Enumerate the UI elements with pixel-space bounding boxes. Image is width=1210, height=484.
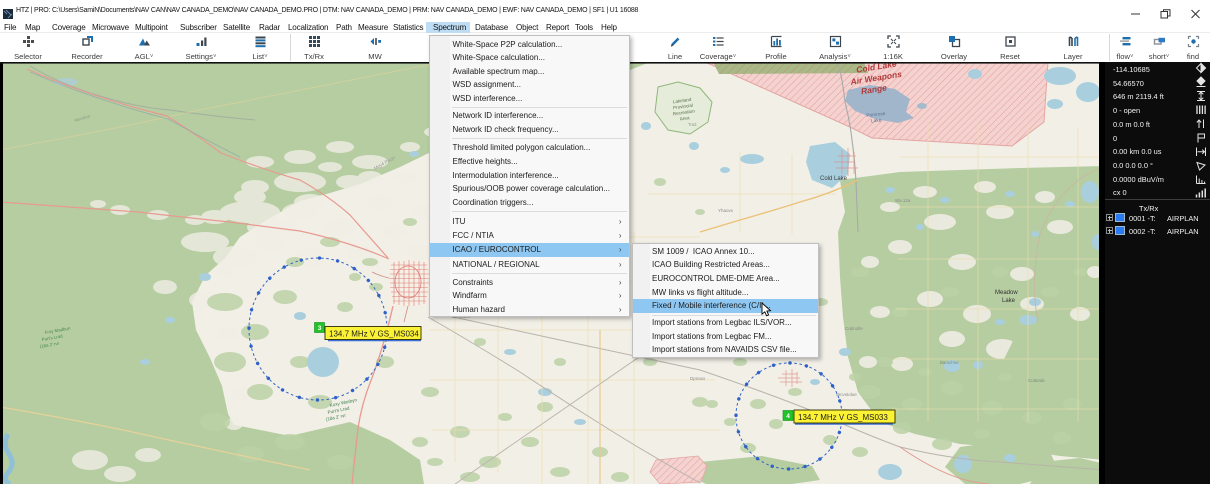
svg-text:134.7 MHz V GS_MS033: 134.7 MHz V GS_MS033 (798, 413, 888, 422)
svg-text:Wa.12a: Wa.12a (895, 198, 911, 203)
svg-text:Cabnolle: Cabnolle (845, 326, 863, 331)
svg-text:Barschne: Barschne (940, 360, 959, 365)
svg-text:Lake: Lake (1002, 298, 1016, 304)
svg-text:3: 3 (318, 325, 322, 332)
svg-text:Cold Lake: Cold Lake (820, 176, 848, 182)
svg-text:Yhaovx: Yhaovx (718, 208, 734, 213)
svg-text:Dpnaxx: Dpnaxx (690, 376, 706, 381)
svg-text:Tra3: Tra3 (688, 122, 697, 127)
svg-text:134.7 MHz V GS_MS034: 134.7 MHz V GS_MS034 (329, 330, 419, 339)
svg-text:Cuttorde: Cuttorde (1028, 378, 1045, 383)
svg-text:4: 4 (786, 413, 790, 420)
svg-text:Meadow: Meadow (995, 290, 1018, 296)
svg-text:Lake: Lake (871, 117, 882, 124)
svg-text:Wcvstolue: Wcvstolue (836, 392, 857, 397)
